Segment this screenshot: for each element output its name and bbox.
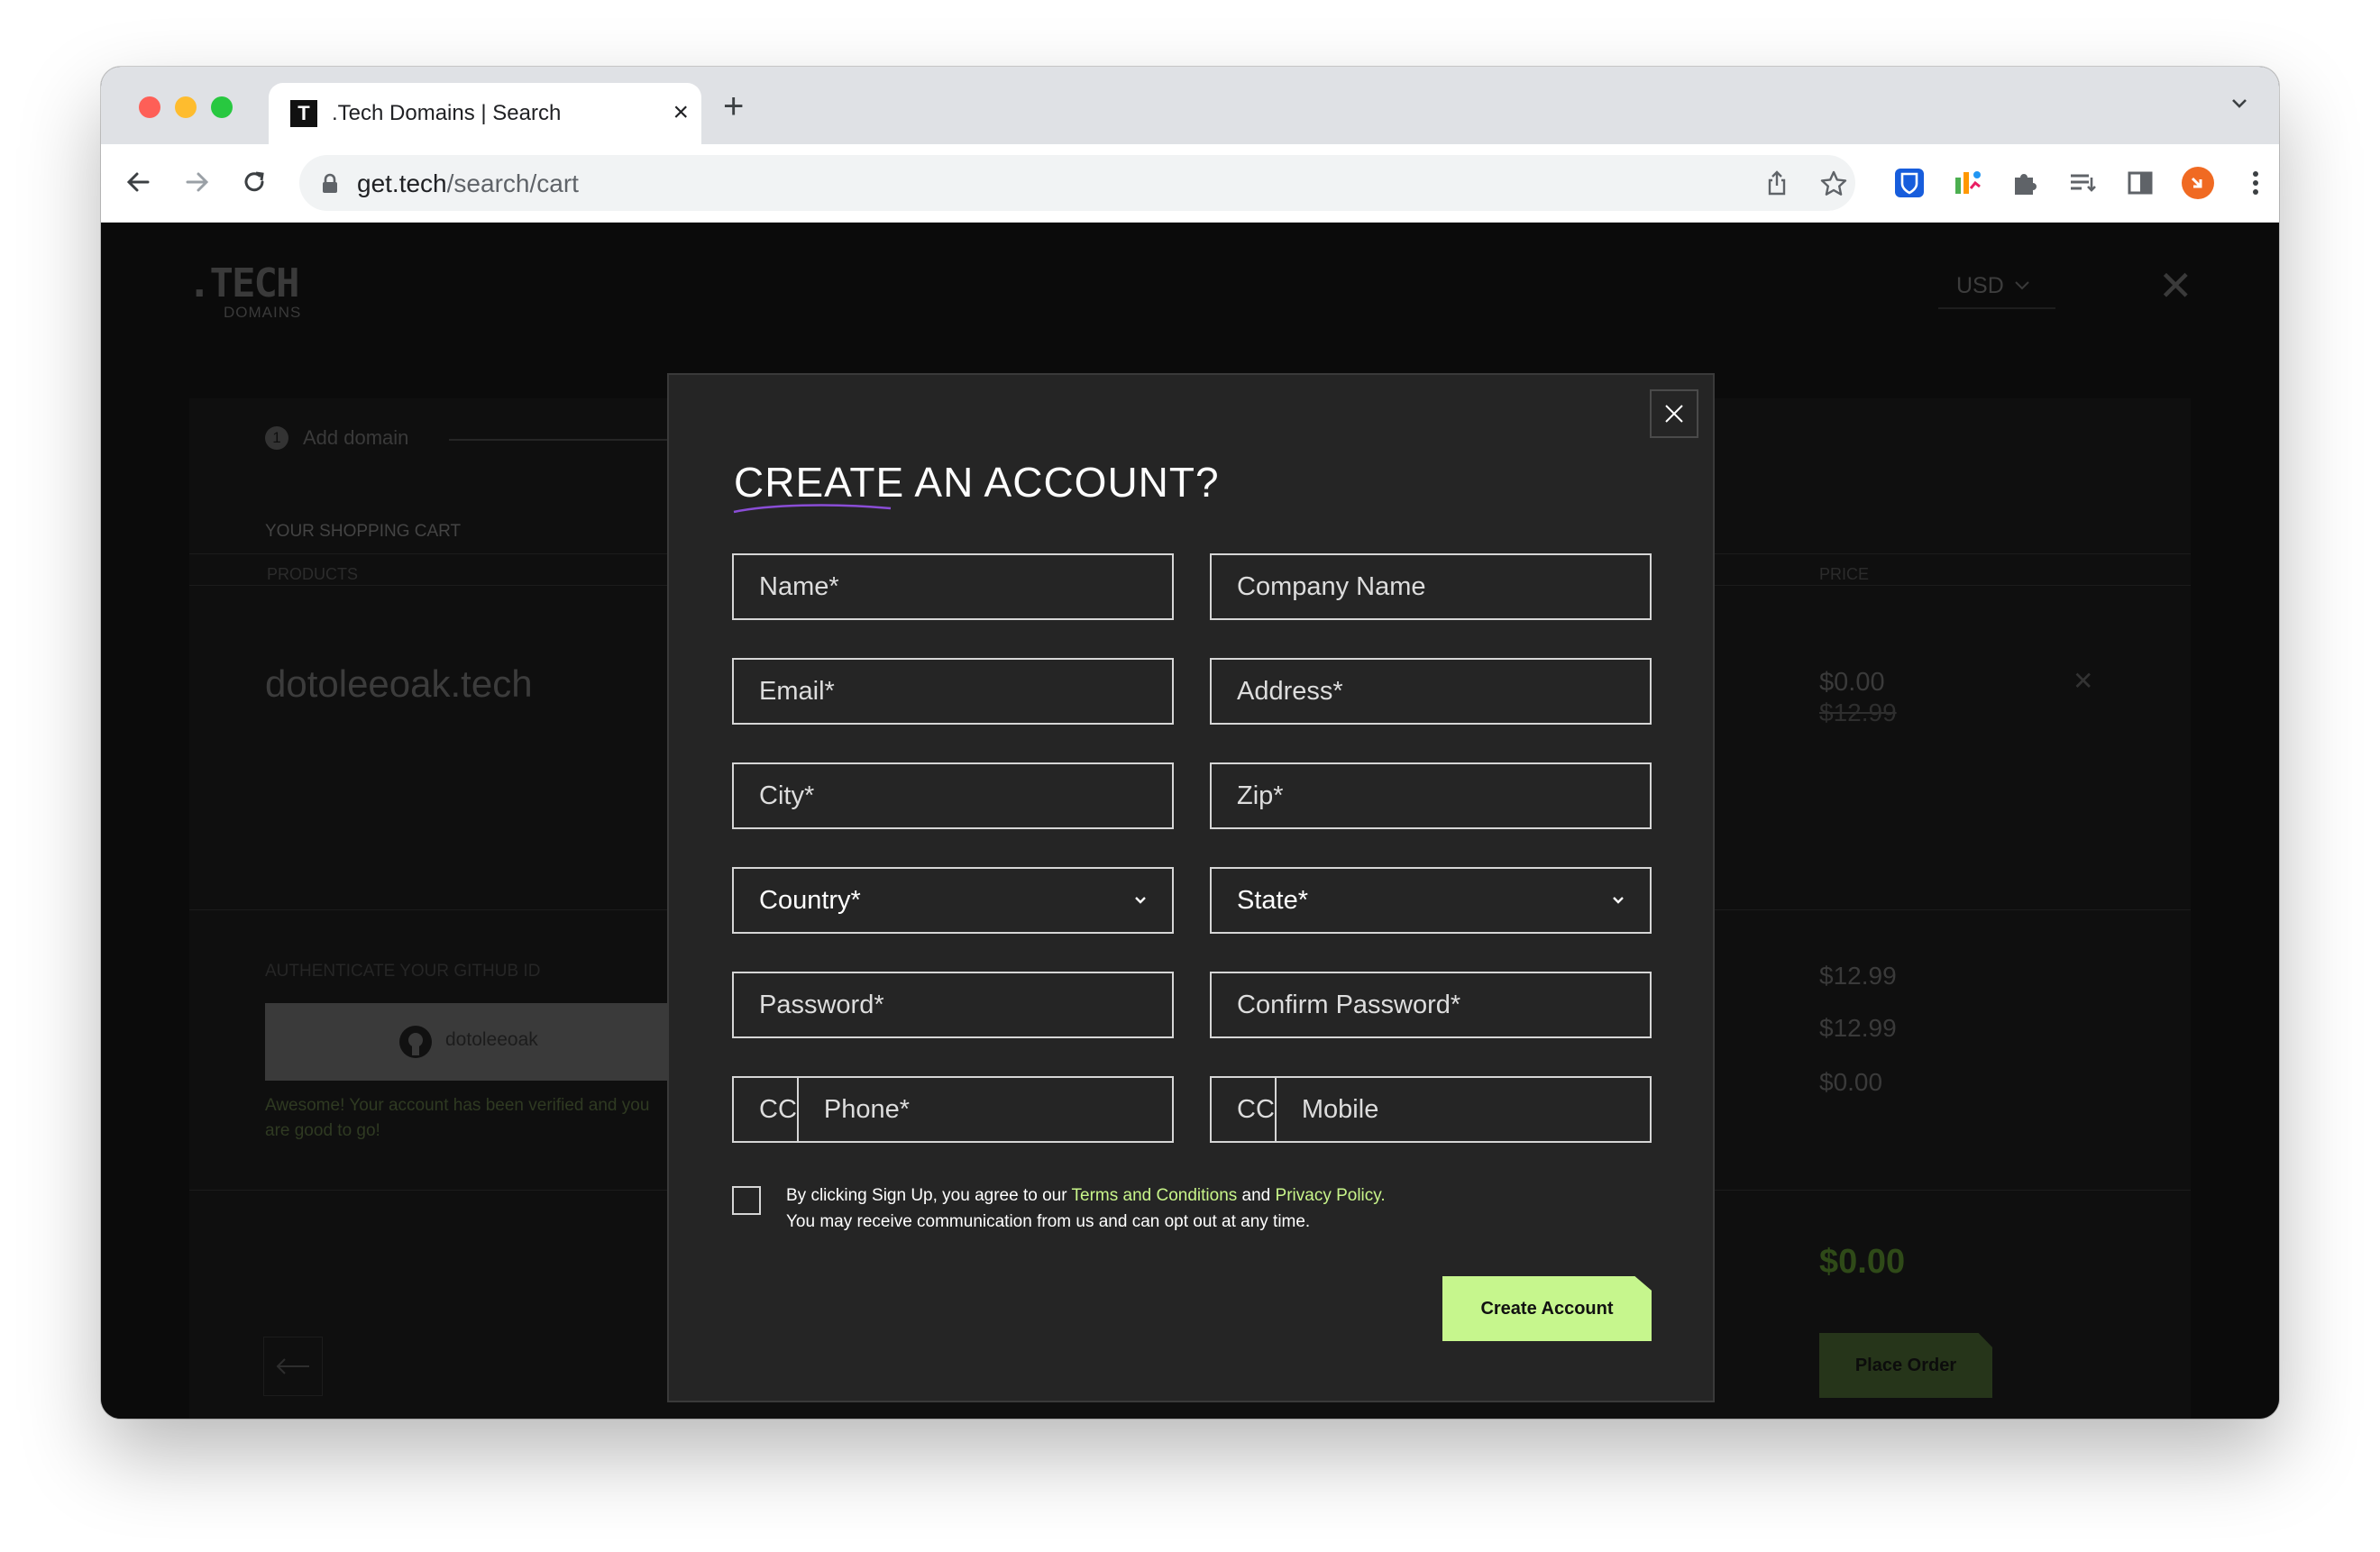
phone-country-code[interactable]: CC <box>734 1078 799 1141</box>
tab-search-chevron-icon[interactable] <box>2229 92 2250 114</box>
close-icon <box>1665 405 1683 423</box>
bitwarden-extension-icon[interactable] <box>1891 165 1927 201</box>
terms-checkbox[interactable] <box>732 1186 761 1215</box>
tab-title: .Tech Domains | Search <box>332 101 562 125</box>
create-account-button[interactable]: Create Account <box>1442 1276 1652 1341</box>
back-arrow-icon[interactable] <box>121 164 157 200</box>
extensions-puzzle-icon[interactable] <box>2007 165 2043 201</box>
password-input[interactable] <box>732 972 1174 1038</box>
close-window-button[interactable] <box>139 96 160 118</box>
modal-close-button[interactable] <box>1650 389 1698 438</box>
tech-favicon-icon: T <box>290 100 317 127</box>
mobile-input[interactable] <box>1276 1078 1667 1141</box>
minimize-window-button[interactable] <box>175 96 197 118</box>
create-account-modal: CREATE AN ACCOUNT? Country* State* <box>667 373 1715 1402</box>
modal-title: CREATE AN ACCOUNT? <box>734 459 1220 506</box>
country-select-label: Country* <box>759 885 861 915</box>
mobile-field-group: CC <box>1210 1076 1667 1143</box>
lock-icon[interactable] <box>321 173 339 195</box>
chevron-down-icon <box>2015 281 2029 290</box>
back-cart-button[interactable] <box>263 1337 323 1396</box>
city-input[interactable] <box>732 762 1174 829</box>
step-label: Add domain <box>303 426 409 449</box>
github-username: dotoleeoak <box>445 1029 538 1050</box>
step-number: 1 <box>265 426 288 450</box>
analytics-extension-icon[interactable] <box>1949 165 1985 201</box>
consent-text: By clicking Sign Up, you agree to our Te… <box>786 1182 1386 1235</box>
page-close-icon[interactable]: ✕ <box>2158 265 2193 306</box>
logo-sub-text: DOMAINS <box>224 304 302 321</box>
arrow-left-icon <box>276 1358 309 1374</box>
company-name-input[interactable] <box>1210 553 1652 620</box>
place-order-button[interactable]: Place Order <box>1819 1333 1992 1398</box>
phone-field-group: CC <box>732 1076 1189 1143</box>
chevron-down-icon <box>1135 897 1146 904</box>
products-column-header: PRODUCTS <box>267 565 359 583</box>
confirm-password-input[interactable] <box>1210 972 1652 1038</box>
github-auth-button[interactable]: dotoleeoak <box>265 1003 671 1081</box>
side-panel-icon[interactable] <box>2122 165 2158 201</box>
tab-strip: T .Tech Domains | Search × + <box>101 67 2279 144</box>
url-text[interactable]: get.tech/search/cart <box>357 169 579 198</box>
browser-window: T .Tech Domains | Search × + get.tech/se… <box>101 67 2279 1419</box>
cart-domain-name: dotoleeoak.tech <box>265 662 533 705</box>
remove-item-icon[interactable]: ✕ <box>2073 666 2093 696</box>
reload-icon[interactable] <box>236 164 272 200</box>
mobile-country-code[interactable]: CC <box>1212 1078 1277 1141</box>
price-column-header: PRICE <box>1819 565 1870 583</box>
email-input[interactable] <box>732 658 1174 725</box>
new-tab-icon[interactable]: + <box>723 87 744 126</box>
bookmark-star-icon[interactable] <box>1819 169 1848 198</box>
zip-input[interactable] <box>1210 762 1652 829</box>
forward-arrow-icon[interactable] <box>178 164 215 200</box>
domain-price: $0.00 <box>1819 668 1885 697</box>
cart-heading: YOUR SHOPPING CART <box>265 522 462 541</box>
maximize-window-button[interactable] <box>211 96 233 118</box>
subtotal-line-2: $12.99 <box>1819 1014 1897 1042</box>
address-input[interactable] <box>1210 658 1652 725</box>
privacy-link[interactable]: Privacy Policy. <box>1276 1186 1386 1205</box>
tab-close-icon[interactable]: × <box>673 96 689 129</box>
browser-toolbar: get.tech/search/cart <box>101 144 2279 223</box>
consent-prefix: By clicking Sign Up, you agree to our <box>786 1186 1067 1205</box>
phone-input[interactable] <box>798 1078 1189 1141</box>
title-underline-decoration <box>733 504 892 514</box>
subtotal-line-3: $0.00 <box>1819 1068 1883 1096</box>
state-select-label: State* <box>1237 885 1308 915</box>
tech-domains-logo[interactable]: .TECH DOMAINS <box>188 260 300 321</box>
browser-tab[interactable]: T .Tech Domains | Search × <box>269 83 701 144</box>
web-page: .TECH DOMAINS USD ✕ 1 Add domain YOUR SH… <box>101 223 2279 1419</box>
chevron-down-icon <box>1613 897 1624 904</box>
state-select[interactable]: State* <box>1210 867 1652 934</box>
logo-main-text: .TECH <box>188 260 299 306</box>
github-heading: AUTHENTICATE YOUR GITHUB ID <box>265 962 541 981</box>
profile-avatar-icon[interactable] <box>2180 165 2216 201</box>
reading-list-icon[interactable] <box>2064 165 2101 201</box>
order-total: $0.00 <box>1819 1243 1906 1281</box>
consent-line-2: You may receive communication from us an… <box>786 1212 1311 1231</box>
country-select[interactable]: Country* <box>732 867 1174 934</box>
name-input[interactable] <box>732 553 1174 620</box>
browser-menu-dots-icon[interactable] <box>2238 165 2274 201</box>
github-verified-text: Awesome! Your account has been verified … <box>265 1096 650 1140</box>
subtotal-line-1: $12.99 <box>1819 962 1897 990</box>
share-icon[interactable] <box>1763 169 1790 196</box>
currency-value: USD <box>1956 273 2004 298</box>
github-icon <box>399 1026 432 1058</box>
currency-select[interactable]: USD <box>1938 268 2055 309</box>
domain-old-price: $12.99 <box>1819 698 1897 726</box>
address-bar[interactable]: get.tech/search/cart <box>299 155 1855 211</box>
consent-and: and <box>1241 1186 1271 1205</box>
terms-link[interactable]: Terms and Conditions <box>1072 1186 1238 1205</box>
